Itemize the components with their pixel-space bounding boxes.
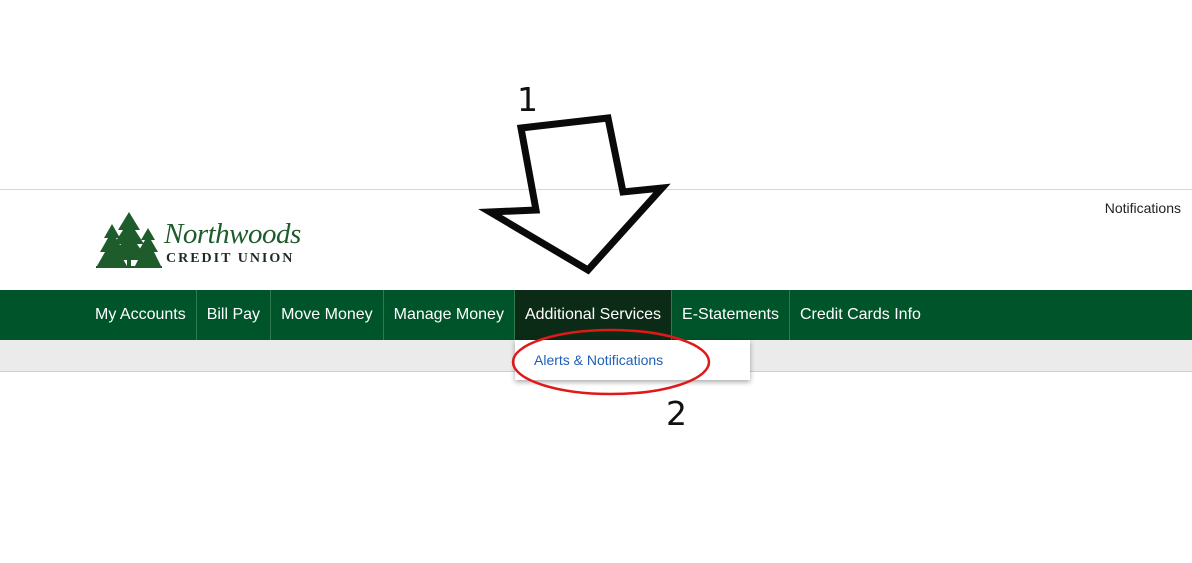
- annotation-overlay: [478, 114, 711, 396]
- highlight-circle-annotation: [511, 328, 711, 396]
- step-2-label: 2: [666, 394, 687, 433]
- down-arrow-annotation: [478, 114, 671, 275]
- step-1-label: 1: [517, 80, 538, 119]
